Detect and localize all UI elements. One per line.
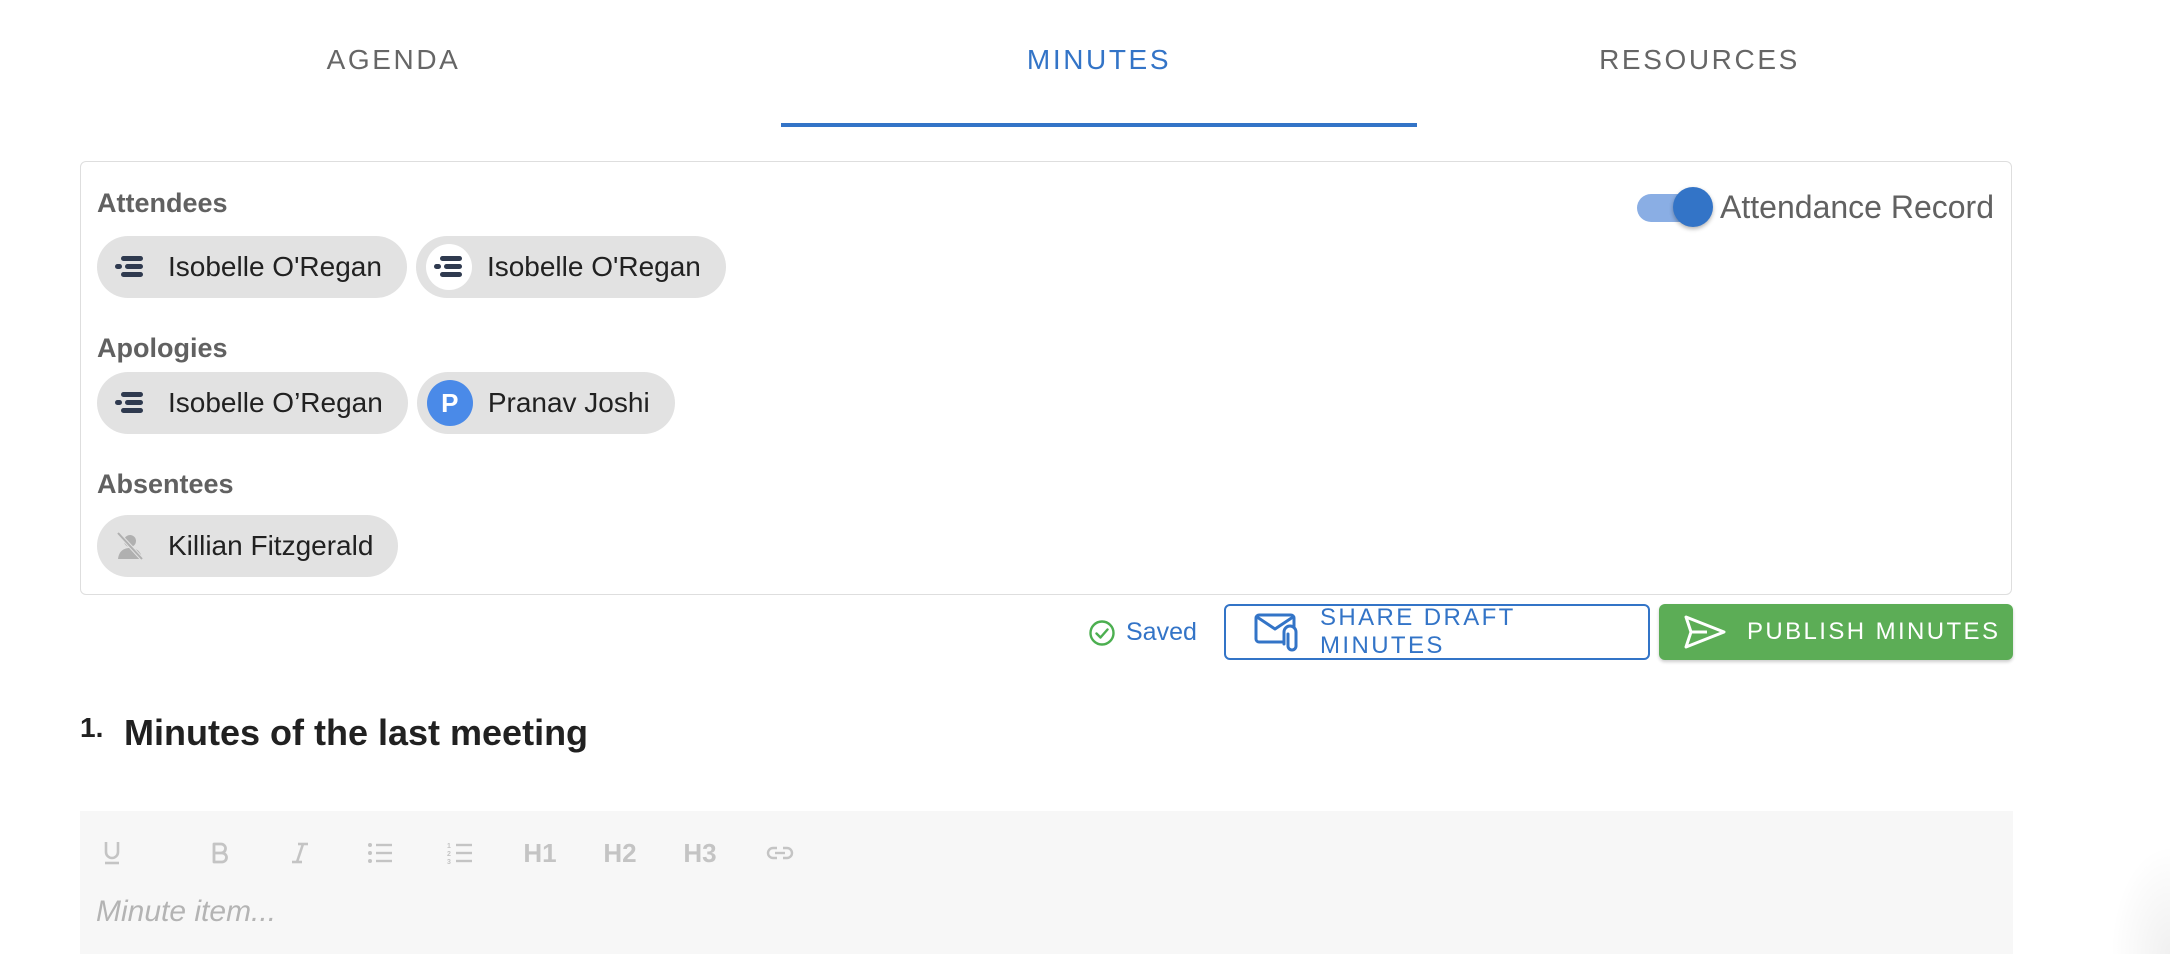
share-draft-minutes-button[interactable]: SHARE DRAFT MINUTES [1224,604,1650,660]
svg-text:3: 3 [447,859,451,865]
bullet-list-icon[interactable] [340,829,420,877]
company-logo-icon [425,244,472,290]
check-circle-icon [1089,619,1115,646]
attendance-record-toggle[interactable]: Attendance Record [1637,186,1994,227]
toggle-switch[interactable] [1637,186,1714,227]
underline-icon[interactable] [100,829,140,877]
toggle-label: Attendance Record [1720,189,1994,225]
publish-minutes-label: PUBLISH MINUTES [1747,618,2001,645]
numbered-list-icon[interactable]: 123 [420,829,500,877]
apologies-list: Isobelle O’Regan P Pranav Joshi [97,372,675,434]
publish-minutes-button[interactable]: PUBLISH MINUTES [1659,604,2013,660]
save-status: Saved [1088,618,1197,647]
svg-text:1: 1 [447,843,451,850]
tab-minutes[interactable]: MINUTES [781,0,1417,128]
company-logo-icon [107,244,153,290]
toggle-thumb [1673,186,1714,227]
attendees-heading: Attendees [97,188,228,218]
share-draft-minutes-label: SHARE DRAFT MINUTES [1320,604,1516,659]
saved-label: Saved [1126,618,1197,646]
tab-resources[interactable]: RESOURCES [1385,0,2014,128]
attendee-chip[interactable]: Isobelle O'Regan [415,236,726,298]
tab-bar: AGENDA MINUTES RESOURCES [79,0,2013,128]
heading-2-button[interactable]: H2 [580,829,660,877]
send-icon [1684,615,1726,649]
agenda-item-title: Minutes of the last meeting [124,712,589,753]
minute-editor: 123 H1 H2 H3 [80,811,2013,954]
absentees-heading: Absentees [97,469,234,499]
tab-agenda[interactable]: AGENDA [79,0,708,128]
apology-chip[interactable]: P Pranav Joshi [416,372,675,434]
editor-toolbar: 123 H1 H2 H3 [100,829,820,877]
heading-3-button[interactable]: H3 [660,829,740,877]
bold-icon[interactable] [180,829,260,877]
agenda-item-number: 1. [80,712,104,743]
heading-1-button[interactable]: H1 [500,829,580,877]
absentee-name: Killian Fitzgerald [168,530,374,561]
apology-name: Pranav Joshi [487,387,650,418]
attendees-list: Isobelle O'Regan Isobelle O'Regan [97,236,726,298]
absentees-list: Killian Fitzgerald [97,515,399,577]
apologies-heading: Apologies [97,333,228,363]
apology-name: Isobelle O’Regan [168,387,383,418]
absentee-chip[interactable]: Killian Fitzgerald [97,515,399,577]
attendee-chip[interactable]: Isobelle O'Regan [97,236,407,298]
italic-icon[interactable] [260,829,340,877]
scroll-shadow [2110,844,2170,954]
svg-text:2: 2 [447,851,451,858]
link-icon[interactable] [740,829,820,877]
attendee-name: Isobelle O'Regan [486,251,701,282]
apology-chip[interactable]: Isobelle O’Regan [97,372,408,434]
attendance-card: Attendees Isobelle O'Regan Isobelle O'Re… [80,161,2012,595]
email-attachment-icon [1254,613,1298,652]
attendee-name: Isobelle O'Regan [168,251,382,282]
company-logo-icon [107,380,153,426]
avatar: P [426,380,473,426]
active-tab-indicator [781,123,1417,127]
user-off-icon [107,523,153,569]
minute-item-input[interactable] [94,886,1998,938]
